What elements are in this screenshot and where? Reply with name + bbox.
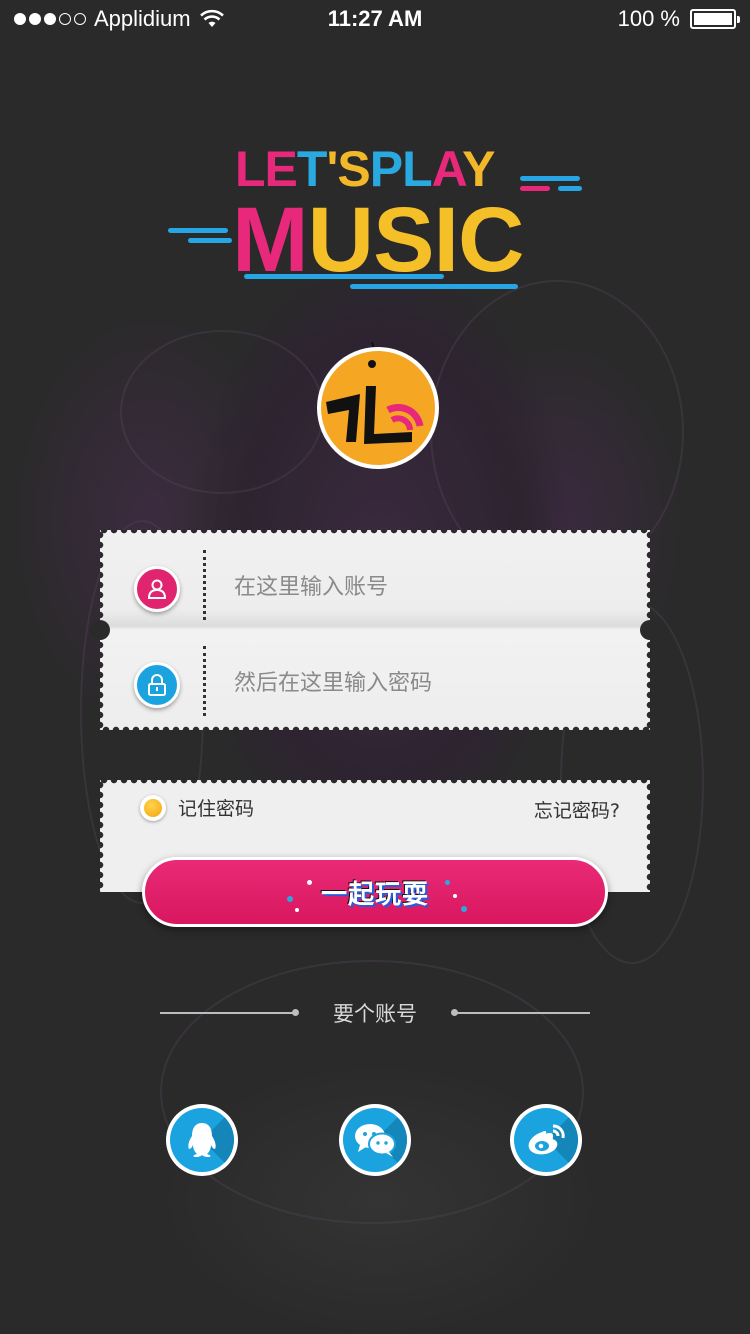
account-input[interactable] [232, 564, 626, 610]
login-form [90, 530, 660, 730]
password-input[interactable] [232, 660, 626, 706]
weibo-icon [528, 1124, 565, 1155]
register-link[interactable]: 要个账号 [160, 998, 590, 1028]
app-logo: LET'SPLAY MUSIC [160, 140, 600, 310]
user-icon [134, 566, 180, 612]
login-button-label: 一起玩耍 [320, 879, 429, 910]
mascot-badge-icon [316, 341, 440, 472]
register-section: 要个账号 [160, 998, 590, 1028]
remember-password-toggle[interactable]: 记住密码 [140, 794, 254, 821]
remember-radio-icon[interactable] [140, 794, 166, 821]
wechat-login-button[interactable] [339, 1104, 411, 1176]
forgot-password-link[interactable]: 忘记密码? [534, 796, 620, 823]
logo-line-2: MUSIC [232, 189, 524, 291]
wechat-icon [355, 1124, 396, 1157]
battery-percent: 100 % [617, 6, 680, 31]
lock-icon [134, 662, 180, 708]
remember-password-label: 记住密码 [178, 798, 255, 820]
account-row [100, 536, 650, 634]
qq-penguin-icon [188, 1123, 216, 1157]
status-bar: Applidium 11:27 AM 100 % [0, 0, 750, 40]
password-row [100, 632, 650, 730]
qq-login-button[interactable] [166, 1104, 238, 1176]
battery-status: 100 % [617, 6, 740, 32]
battery-icon [690, 9, 740, 29]
weibo-login-button[interactable] [510, 1104, 582, 1176]
login-button[interactable]: 一起玩耍 [142, 857, 608, 927]
